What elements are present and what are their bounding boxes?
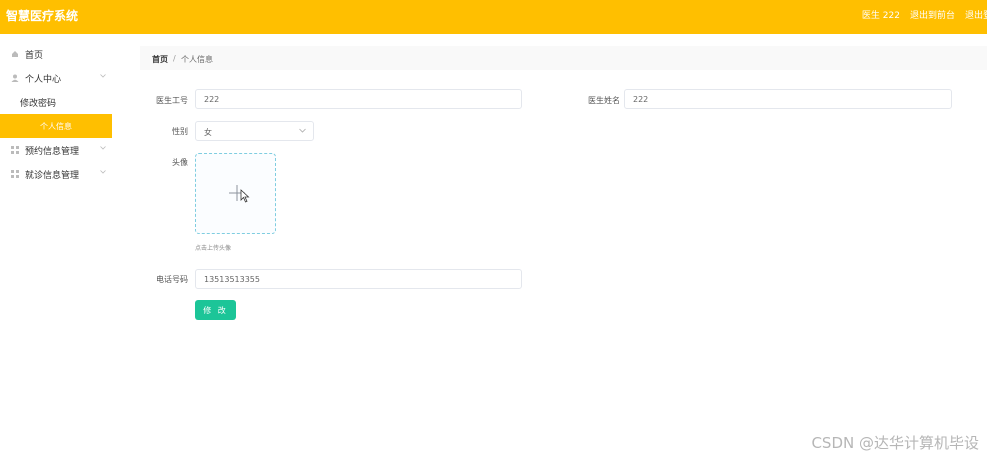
gender-select[interactable]: 女 <box>195 121 314 141</box>
sidebar-item-visit-management[interactable]: 就诊信息管理 <box>0 162 112 186</box>
watermark: CSDN @达华计算机毕设 <box>811 434 979 452</box>
phone-field[interactable] <box>195 269 522 289</box>
sidebar-item-label: 首页 <box>25 51 44 61</box>
avatar-upload-hint: 点击上传头像 <box>195 245 232 252</box>
sidebar-item-label: 修改密码 <box>20 99 57 109</box>
header-actions: 医生 222 退出到前台 退出登录 <box>862 8 987 21</box>
gender-label: 性别 <box>172 127 188 136</box>
doctor-id-field[interactable] <box>195 89 522 109</box>
avatar-upload[interactable] <box>195 153 276 234</box>
breadcrumb-separator: / <box>173 54 176 63</box>
avatar-label: 头像 <box>172 158 188 167</box>
breadcrumb: 首页 / 个人信息 <box>140 46 987 70</box>
current-user-label: 医生 222 <box>861 11 900 21</box>
grid-icon <box>11 146 19 154</box>
sidebar-item-label: 个人中心 <box>25 75 62 85</box>
sidebar-item-label: 就诊信息管理 <box>25 171 80 181</box>
logout-link[interactable]: 退出登录 <box>965 8 987 21</box>
chevron-down-icon <box>100 74 106 78</box>
gender-selected-value: 女 <box>204 128 212 137</box>
top-bar: 智慧医疗系统 医生 222 退出到前台 退出登录 <box>0 0 987 34</box>
chevron-down-icon <box>100 170 106 174</box>
submit-button[interactable]: 修 改 <box>195 300 236 320</box>
breadcrumb-current: 个人信息 <box>181 55 213 64</box>
sidebar-item-home[interactable]: 首页 <box>0 42 112 66</box>
app-title: 智慧医疗系统 <box>6 9 79 23</box>
exit-to-front-link[interactable]: 退出到前台 <box>910 8 955 21</box>
sidebar-item-appointment-management[interactable]: 预约信息管理 <box>0 138 112 162</box>
sidebar: 首页 个人中心 修改密码 个人信息 预约信息管理 就诊信息管理 <box>0 34 112 460</box>
home-icon <box>12 51 18 57</box>
doctor-name-field[interactable] <box>624 89 952 109</box>
phone-label: 电话号码 <box>156 275 188 284</box>
sidebar-item-personal-info[interactable]: 个人信息 <box>0 114 112 138</box>
sidebar-item-label: 预约信息管理 <box>25 147 80 157</box>
doctor-name-label: 医生姓名 <box>588 96 620 105</box>
doctor-id-label: 医生工号 <box>156 96 188 105</box>
sidebar-item-personal-center[interactable]: 个人中心 <box>0 66 112 90</box>
cursor-icon <box>240 189 250 203</box>
user-icon <box>11 74 19 82</box>
sidebar-item-change-password[interactable]: 修改密码 <box>0 90 112 114</box>
breadcrumb-home[interactable]: 首页 <box>152 54 168 65</box>
chevron-down-icon[interactable] <box>299 127 306 134</box>
grid-icon <box>11 170 19 178</box>
chevron-down-icon <box>100 146 106 150</box>
sidebar-item-label: 个人信息 <box>40 122 72 131</box>
